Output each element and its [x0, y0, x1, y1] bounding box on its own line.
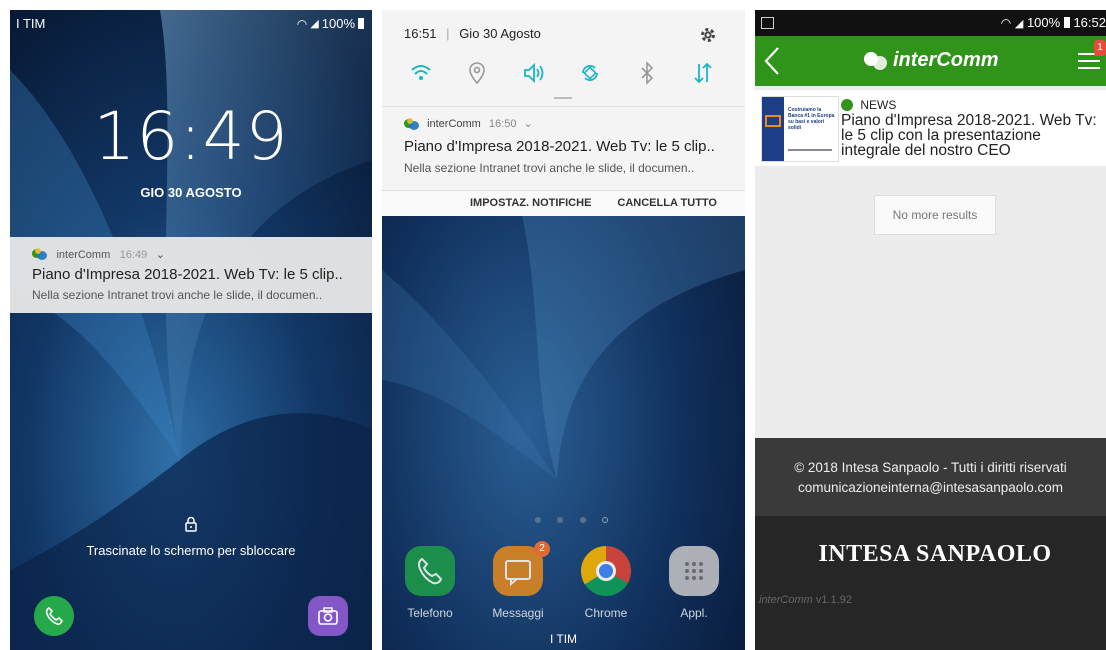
notification-time: 16:50	[488, 118, 517, 130]
battery-percent: 100%	[1026, 15, 1061, 30]
lock-notification[interactable]: interComm 16:49 ⌄ Piano d'Impresa 2018-2…	[10, 237, 372, 313]
notification-shade: 16:51 | Gio 30 Agosto interComm 16:50 ⌄ …	[382, 10, 745, 216]
menu-badge: 1	[1094, 40, 1106, 56]
messages-badge: 2	[534, 541, 550, 557]
lock-screen: I TIM ◠ ◢ 100% 16:49 GIO 30 AGOSTO inter…	[10, 10, 372, 650]
notification-body: Nella sezione Intranet trovi anche le sl…	[404, 161, 695, 175]
gallery-notification-icon	[761, 17, 774, 29]
shade-date: Gio 30 Agosto	[459, 26, 541, 41]
clear-all-button[interactable]: CANCELLA TUTTO	[617, 197, 717, 209]
notification-time: 16:49	[119, 249, 148, 261]
messages-app-label: Messaggi	[492, 606, 544, 620]
footer-brand: INTESA SANPAOLO interComm v1.1.92	[755, 516, 1106, 650]
sound-toggle-icon[interactable]	[519, 58, 549, 88]
chrome-app-label: Chrome	[584, 606, 628, 620]
battery-percent: 100%	[321, 16, 355, 31]
app-header: interComm 1	[755, 36, 1106, 86]
notification-title: Piano d'Impresa 2018-2021. Web Tv: le 5 …	[32, 266, 343, 283]
data-toggle-icon[interactable]	[688, 58, 718, 88]
quick-settings	[382, 58, 745, 88]
status-icons: ◠ ◢ 100% 16:52	[1001, 15, 1106, 30]
lock-date: GIO 30 AGOSTO	[140, 185, 242, 200]
contact-email-link[interactable]: comunicazioneinterna@intesasanpaolo.com	[755, 480, 1106, 495]
copyright-text: © 2018 Intesa Sanpaolo - Tutti i diritti…	[794, 460, 1067, 475]
bluetooth-toggle-icon[interactable]	[632, 58, 662, 88]
page-indicator	[529, 510, 614, 528]
news-dot-icon	[841, 99, 853, 111]
footer-info: © 2018 Intesa Sanpaolo - Tutti i diritti…	[755, 438, 1106, 516]
battery-icon	[358, 18, 364, 29]
news-thumbnail: Costruiamo la Banca #1 in Europa su basi…	[761, 96, 839, 162]
intercomm-logo-icon	[404, 118, 420, 131]
chrome-app-icon[interactable]	[581, 546, 631, 596]
shade-time: 16:51	[404, 26, 437, 41]
location-toggle-icon[interactable]	[462, 58, 492, 88]
drag-handle[interactable]	[554, 97, 572, 99]
lock-clock: 16:49	[93, 98, 289, 175]
chevron-down-icon[interactable]: ⌄	[524, 118, 533, 130]
status-time: 16:52	[1073, 15, 1106, 30]
shade-header: 16:51 | Gio 30 Agosto	[404, 26, 541, 41]
thumbnail-text: Costruiamo la Banca #1 in Europa su basi…	[788, 107, 835, 131]
battery-icon	[1063, 17, 1070, 28]
notification-shade-screen: 16:51 | Gio 30 Agosto interComm 16:50 ⌄ …	[382, 10, 745, 650]
phone-app-icon[interactable]	[405, 546, 455, 596]
bank-logo-text: INTESA SANPAOLO	[818, 541, 1052, 567]
phone-shortcut[interactable]	[34, 596, 74, 636]
carrier-label: I TIM	[16, 16, 46, 31]
version-app-name: interComm	[759, 594, 813, 606]
news-tag: NEWS	[841, 98, 896, 112]
camera-icon	[318, 607, 338, 625]
notification-header: interComm 16:49 ⌄	[32, 245, 165, 263]
apps-app-label: Appl.	[680, 606, 708, 620]
app-brand: interComm	[863, 49, 999, 72]
intercomm-logo-icon	[864, 51, 887, 70]
unlock-hint: Trascinate lo schermo per sbloccare	[86, 543, 296, 558]
notification-header: interComm 16:50 ⌄	[404, 117, 533, 131]
phone-icon	[45, 607, 63, 626]
status-bar: ◠ ◢ 100% 16:52	[755, 10, 1106, 36]
news-title[interactable]: Piano d'Impresa 2018-2021. Web Tv: le 5 …	[841, 113, 1099, 159]
notification-app: interComm	[56, 249, 111, 261]
phone-app-label: Telefono	[407, 606, 453, 620]
wifi-toggle-icon[interactable]	[406, 58, 436, 88]
gear-icon[interactable]	[699, 26, 717, 44]
news-tag-label: NEWS	[860, 98, 897, 112]
no-more-results-button[interactable]: No more results	[874, 195, 996, 235]
signal-icon: ◢	[1014, 18, 1024, 30]
apps-app-icon[interactable]	[669, 546, 719, 596]
chevron-down-icon[interactable]: ⌄	[156, 249, 165, 261]
version-number: v1.1.92	[815, 594, 852, 606]
news-list-item[interactable]: Costruiamo la Banca #1 in Europa su basi…	[755, 90, 1106, 166]
notification-body: Nella sezione Intranet trovi anche le sl…	[32, 288, 323, 302]
version-text: interComm v1.1.92	[759, 594, 852, 606]
lock-icon	[185, 516, 197, 532]
grid-icon	[685, 562, 703, 580]
intercomm-logo-icon	[32, 247, 48, 260]
intercomm-app-screen: ◠ ◢ 100% 16:52 interComm 1 Costruiamo la…	[755, 10, 1106, 650]
notification-actions: IMPOSTAZ. NOTIFICHE CANCELLA TUTTO	[382, 190, 745, 216]
status-icons: ◠ ◢ 100%	[297, 16, 364, 31]
wifi-icon: ◠	[296, 16, 308, 31]
shade-notification[interactable]: interComm 16:50 ⌄ Piano d'Impresa 2018-2…	[382, 107, 745, 190]
notification-app: interComm	[427, 118, 481, 130]
notification-title: Piano d'Impresa 2018-2021. Web Tv: le 5 …	[404, 138, 715, 155]
notification-settings-button[interactable]: IMPOSTAZ. NOTIFICHE	[470, 197, 591, 209]
app-title: interComm	[893, 49, 999, 71]
autorotate-toggle-icon[interactable]	[575, 58, 605, 88]
camera-shortcut[interactable]	[308, 596, 348, 636]
wifi-icon: ◠	[1000, 16, 1012, 30]
carrier-label: I TIM	[549, 632, 578, 646]
signal-icon: ◢	[310, 18, 319, 30]
intesa-sanpaolo-logo: INTESA SANPAOLO	[795, 541, 1075, 568]
back-arrow-icon[interactable]	[763, 46, 781, 76]
